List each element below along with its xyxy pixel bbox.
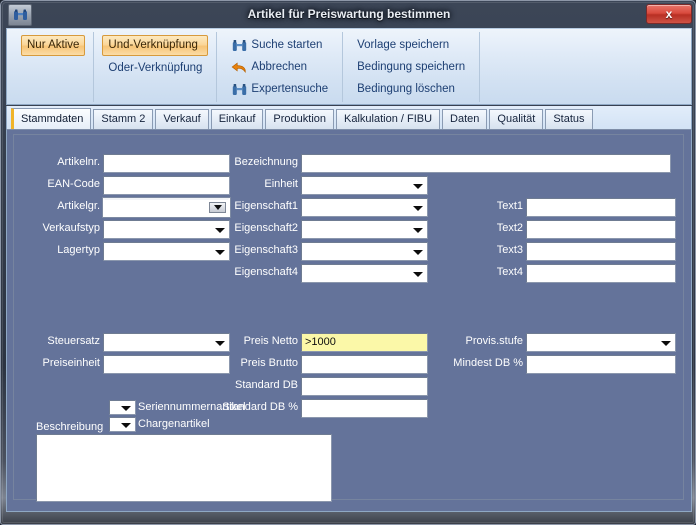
- input-standard-db-prozent[interactable]: [301, 399, 428, 418]
- label-ean-code: EAN-Code: [47, 178, 100, 190]
- chevron-down-icon[interactable]: [413, 183, 423, 189]
- ribbon-button-bedingung-speichern[interactable]: Bedingung speichern: [351, 57, 471, 77]
- label-preis-netto: Preis Netto: [243, 335, 298, 347]
- input-text4[interactable]: [526, 264, 676, 283]
- ribbon-button-label: Suche starten: [251, 38, 323, 51]
- ribbon-group-template-group: Vorlage speichern Bedingung speichern Bedi…: [343, 32, 481, 102]
- label-artikelnr: Artikelnr.: [57, 156, 100, 168]
- dialog-window: Artikel für Preiswartung bestimmen x Nur…: [0, 0, 696, 525]
- tab-verkauf[interactable]: Verkauf: [155, 109, 209, 129]
- binoculars-icon: [231, 38, 247, 53]
- label-artikelgr: Artikelgr.: [57, 200, 100, 212]
- ribbon-toolbar: Nur Aktive Und-Verknüpfung Oder-Verknüpfun…: [6, 28, 692, 105]
- label-text3: Text3: [496, 244, 523, 256]
- title-bar: Artikel für Preiswartung bestimmen x: [1, 1, 696, 27]
- label-standard-db-prozent: Standard DB %: [222, 401, 298, 413]
- label-preiseinheit: Preiseinheit: [42, 357, 100, 369]
- input-preis-brutto[interactable]: [301, 355, 428, 374]
- label-mindest-db-prozent: Mindest DB %: [453, 357, 523, 369]
- chevron-down-icon[interactable]: [413, 271, 423, 277]
- close-button[interactable]: x: [646, 4, 692, 24]
- label-eigenschaft3: Eigenschaft3: [234, 244, 298, 256]
- label-lagertyp: Lagertyp: [57, 244, 100, 256]
- ribbon-button-oder-verknüpfung[interactable]: Oder-Verknüpfung: [102, 58, 208, 79]
- ribbon-button-label: Bedingung speichern: [357, 60, 466, 73]
- tab-strip: Stammdaten Stamm 2 Verkauf Einkauf Produktio…: [6, 106, 692, 130]
- combobox-seriennummernartikel[interactable]: [109, 400, 136, 415]
- chevron-down-icon[interactable]: [121, 405, 131, 411]
- tab-status[interactable]: Status: [545, 109, 593, 129]
- textarea-beschreibung[interactable]: [36, 434, 332, 502]
- ribbon-button-label: Oder-Verknüpfung: [108, 62, 203, 74]
- input-text1[interactable]: [526, 198, 676, 217]
- combobox-eigenschaft3[interactable]: [301, 242, 428, 261]
- ribbon-button-nur-aktive[interactable]: Nur Aktive: [21, 35, 86, 56]
- tab-daten[interactable]: Daten: [442, 109, 488, 129]
- label-preis-brutto: Preis Brutto: [240, 357, 298, 369]
- ribbon-button-abbrechen[interactable]: Abbrechen: [225, 57, 334, 77]
- input-mindest-db-prozent[interactable]: [526, 355, 676, 374]
- chevron-down-icon[interactable]: [413, 205, 423, 211]
- combobox-eigenschaft2[interactable]: [301, 220, 428, 239]
- ribbon-button-suche-starten[interactable]: Suche starten: [225, 35, 334, 55]
- ribbon-button-label: Abbrechen: [251, 60, 308, 73]
- label-text4: Text4: [496, 266, 523, 278]
- chevron-down-icon[interactable]: [413, 249, 423, 255]
- ribbon-groups: Nur Aktive Und-Verknüpfung Oder-Verknüpfun…: [11, 32, 481, 102]
- tab-qualität[interactable]: Qualität: [489, 109, 544, 129]
- label-eigenschaft2: Eigenschaft2: [234, 222, 298, 234]
- ribbon-group-link-group: Und-Verknüpfung Oder-Verknüpfung: [94, 32, 218, 102]
- ribbon-button-und-verknüpfung[interactable]: Und-Verknüpfung: [102, 35, 209, 56]
- label-text2: Text2: [496, 222, 523, 234]
- label-bezeichnung: Bezeichnung: [234, 156, 298, 168]
- undo-arrow-icon: [231, 60, 247, 75]
- combobox-provis-stufe[interactable]: [526, 333, 676, 352]
- ribbon-button-label: Nur Aktive: [27, 39, 80, 51]
- form-panel: Artikelnr. EAN-Code Artikelgr. Verkaufstyp L…: [6, 130, 692, 512]
- chevron-down-icon[interactable]: [661, 340, 671, 346]
- input-bezeichnung[interactable]: [301, 154, 671, 173]
- ribbon-button-label: Und-Verknüpfung: [108, 39, 198, 51]
- chevron-down-icon[interactable]: [413, 227, 423, 233]
- ribbon-button-bedingung-löschen[interactable]: Bedingung löschen: [351, 80, 471, 100]
- close-icon: x: [665, 7, 673, 21]
- ribbon-button-label: Vorlage speichern: [357, 38, 450, 51]
- ribbon-group-filter-group: Nur Aktive: [11, 32, 95, 102]
- label-beschreibung: Beschreibung: [36, 421, 104, 433]
- binoculars-icon: [231, 82, 247, 97]
- input-preis-netto[interactable]: >1000: [301, 333, 428, 352]
- tab-kalkulation-fibu[interactable]: Kalkulation / FIBU: [336, 109, 441, 129]
- tab-produktion[interactable]: Produktion: [265, 109, 334, 129]
- input-standard-db[interactable]: [301, 377, 428, 396]
- ribbon-button-vorlage-speichern[interactable]: Vorlage speichern: [351, 35, 471, 55]
- tab-stammdaten[interactable]: Stammdaten: [11, 108, 92, 129]
- ribbon-group-search-group: Suche starten Abbrechen Expertensuche: [217, 32, 344, 102]
- label-standard-db: Standard DB: [235, 379, 298, 391]
- ribbon-button-expertensuche[interactable]: Expertensuche: [225, 80, 334, 100]
- window-title: Artikel für Preiswartung bestimmen: [247, 7, 451, 21]
- label-einheit: Einheit: [264, 178, 298, 190]
- input-text2[interactable]: [526, 220, 676, 239]
- label-text1: Text1: [496, 200, 523, 212]
- label-eigenschaft1: Eigenschaft1: [234, 200, 298, 212]
- input-text3[interactable]: [526, 242, 676, 261]
- ribbon-button-label: Bedingung löschen: [357, 83, 455, 96]
- label-chargenartikel: Chargenartikel: [138, 418, 210, 430]
- label-steuersatz: Steuersatz: [47, 335, 100, 347]
- ribbon-button-label: Expertensuche: [251, 83, 329, 96]
- form-client-area: Artikelnr. EAN-Code Artikelgr. Verkaufstyp L…: [13, 134, 684, 502]
- combobox-einheit[interactable]: [301, 176, 428, 195]
- combobox-eigenschaft4[interactable]: [301, 264, 428, 283]
- tab-einkauf[interactable]: Einkauf: [210, 109, 264, 129]
- label-eigenschaft4: Eigenschaft4: [234, 266, 298, 278]
- combobox-eigenschaft1[interactable]: [301, 198, 428, 217]
- label-verkaufstyp: Verkaufstyp: [42, 222, 100, 234]
- label-provis-stufe: Provis.stufe: [465, 335, 523, 347]
- tab-stamm-2[interactable]: Stamm 2: [93, 109, 154, 129]
